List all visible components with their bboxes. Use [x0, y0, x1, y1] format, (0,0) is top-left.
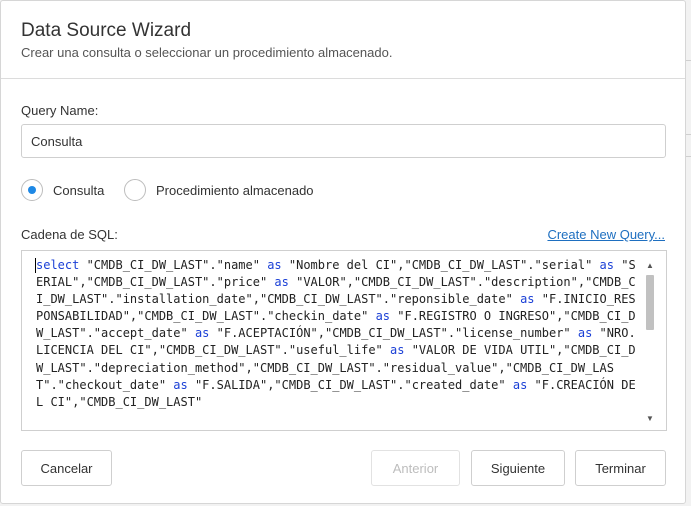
sql-keyword: as [512, 377, 528, 392]
data-source-wizard-dialog: Data Source Wizard Crear una consulta o … [0, 0, 686, 504]
radio-procedimiento-label[interactable]: Procedimiento almacenado [156, 183, 314, 198]
sql-keyword: as [194, 326, 210, 341]
dialog-subtitle: Crear una consulta o seleccionar un proc… [21, 45, 393, 60]
sql-keyword: as [375, 309, 391, 324]
sql-keyword: as [173, 377, 188, 392]
sql-string-label: Cadena de SQL: [21, 227, 118, 242]
sql-keyword: as [520, 292, 535, 307]
radio-consulta[interactable] [21, 179, 43, 201]
sql-keyword: as [267, 258, 282, 272]
sql-editor-scrollbar[interactable]: ▲ ▼ [644, 259, 656, 424]
radio-procedimiento-almacenado[interactable] [124, 179, 146, 201]
query-name-label: Query Name: [21, 103, 99, 118]
text-cursor [35, 258, 36, 273]
scroll-thumb[interactable] [646, 275, 654, 330]
sql-editor-text[interactable]: select "CMDB_CI_DW_LAST"."name" as "Nomb… [36, 257, 636, 411]
sql-keyword: as [274, 275, 289, 290]
sql-keyword: as [390, 343, 405, 358]
sql-keyword: select [36, 258, 80, 272]
cancel-button[interactable]: Cancelar [21, 450, 112, 486]
next-button[interactable]: Siguiente [471, 450, 565, 486]
scroll-up-arrow-icon[interactable]: ▲ [644, 261, 656, 271]
create-new-query-link[interactable]: Create New Query... [547, 227, 665, 242]
finish-button[interactable]: Terminar [575, 450, 666, 486]
query-name-input[interactable] [21, 124, 666, 158]
dialog-title: Data Source Wizard [21, 20, 192, 41]
sql-keyword: as [599, 258, 614, 272]
sql-keyword: as [577, 326, 593, 341]
scroll-down-arrow-icon[interactable]: ▼ [644, 414, 656, 424]
radio-consulta-label[interactable]: Consulta [53, 183, 104, 198]
sql-editor[interactable]: select "CMDB_CI_DW_LAST"."name" as "Nomb… [21, 250, 667, 431]
previous-button[interactable]: Anterior [371, 450, 460, 486]
dialog-footer: Cancelar Anterior Siguiente Terminar [1, 450, 687, 505]
